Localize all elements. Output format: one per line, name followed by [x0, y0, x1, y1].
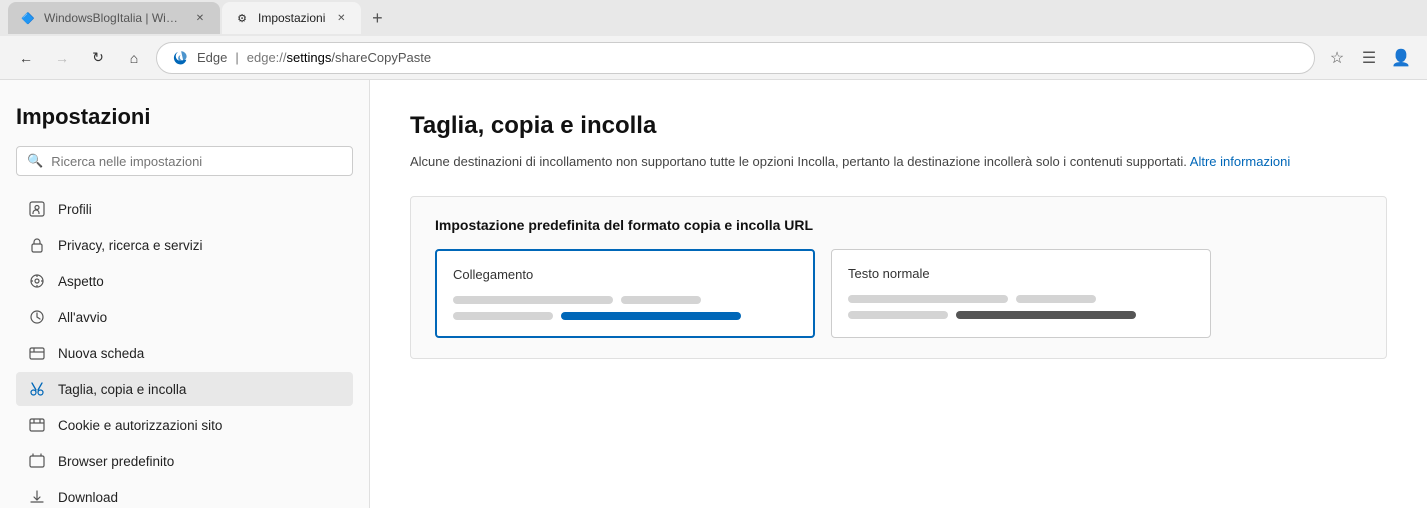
sidebar-item-label-profili: Profili — [58, 202, 92, 217]
mock-line-3 — [453, 312, 553, 320]
refresh-icon: ↻ — [92, 49, 104, 66]
tab-settings[interactable]: ⚙ Impostazioni ✕ — [222, 2, 361, 34]
toolbar-icons: ☆ ☰ 👤 — [1323, 44, 1415, 72]
tab-windowsblog-label: WindowsBlogItalia | Windows, S... — [44, 11, 184, 25]
mock-line-row-2 — [453, 312, 797, 320]
tab-bar: 🔷 WindowsBlogItalia | Windows, S... ✕ ⚙ … — [0, 0, 1427, 36]
mock-line-5 — [848, 295, 1008, 303]
sidebar-item-taglia-copia-incolla[interactable]: Taglia, copia e incolla — [16, 372, 353, 406]
sidebar-item-profili[interactable]: Profili — [16, 192, 353, 226]
aspetto-icon — [28, 272, 46, 290]
favorites-icon: ☰ — [1362, 48, 1376, 68]
page-title: Taglia, copia e incolla — [410, 112, 1387, 140]
sidebar-item-aspetto[interactable]: Aspetto — [16, 264, 353, 298]
sidebar-item-label-browser-predefinito: Browser predefinito — [58, 454, 174, 469]
mock-lines-testo-normale — [848, 295, 1194, 319]
tab-windowsblog-favicon: 🔷 — [20, 10, 36, 26]
format-card-testo-normale-label: Testo normale — [848, 266, 1194, 281]
refresh-button[interactable]: ↻ — [84, 44, 112, 72]
mock-line-8-dark — [956, 311, 1136, 319]
format-cards: Collegamento Testo normale — [435, 249, 1362, 338]
url-separator: | — [235, 50, 238, 65]
bookmark-icon: ☆ — [1330, 48, 1344, 68]
profili-icon — [28, 200, 46, 218]
address-bar: ← → ↻ ⌂ Edge | edge://settings/shareCopy… — [0, 36, 1427, 80]
mock-line-2 — [621, 296, 701, 304]
search-icon: 🔍 — [27, 153, 43, 169]
mock-line-row-3 — [848, 295, 1194, 303]
sidebar-item-cookie[interactable]: Cookie e autorizzazioni sito — [16, 408, 353, 442]
sidebar-title: Impostazioni — [16, 104, 353, 130]
sidebar-item-browser-predefinito[interactable]: Browser predefinito — [16, 444, 353, 478]
format-card-collegamento[interactable]: Collegamento — [435, 249, 815, 338]
mock-line-row-1 — [453, 296, 797, 304]
privacy-icon — [28, 236, 46, 254]
mock-line-7 — [848, 311, 948, 319]
description-text: Alcune destinazioni di incollamento non … — [410, 154, 1187, 169]
more-info-link[interactable]: Altre informazioni — [1190, 154, 1290, 169]
tab-settings-close[interactable]: ✕ — [333, 10, 349, 26]
format-section: Impostazione predefinita del formato cop… — [410, 196, 1387, 359]
download-icon — [28, 488, 46, 506]
url-prefix: edge:// — [247, 50, 287, 65]
edge-logo-icon — [171, 49, 189, 67]
sidebar-item-label-taglia: Taglia, copia e incolla — [58, 382, 186, 397]
home-icon: ⌂ — [130, 50, 138, 66]
mock-line-row-4 — [848, 311, 1194, 319]
sidebar-item-nuova-scheda[interactable]: Nuova scheda — [16, 336, 353, 370]
sidebar-item-privacy[interactable]: Privacy, ricerca e servizi — [16, 228, 353, 262]
mock-line-1 — [453, 296, 613, 304]
sidebar: Impostazioni 🔍 Profili Privacy, ricerca … — [0, 80, 370, 508]
tab-windowsblog-close[interactable]: ✕ — [192, 10, 208, 26]
sidebar-item-label-aspetto: Aspetto — [58, 274, 104, 289]
url-path-suffix: /shareCopyPaste — [331, 50, 431, 65]
favorites-button[interactable]: ☰ — [1355, 44, 1383, 72]
nav-items: Profili Privacy, ricerca e servizi Aspet… — [16, 192, 353, 508]
sidebar-item-allavvio[interactable]: All'avvio — [16, 300, 353, 334]
mock-line-6 — [1016, 295, 1096, 303]
sidebar-item-label-privacy: Privacy, ricerca e servizi — [58, 238, 203, 253]
browser-chrome: 🔷 WindowsBlogItalia | Windows, S... ✕ ⚙ … — [0, 0, 1427, 80]
format-section-title: Impostazione predefinita del formato cop… — [435, 217, 1362, 233]
browser-body: Impostazioni 🔍 Profili Privacy, ricerca … — [0, 80, 1427, 508]
tab-settings-label: Impostazioni — [258, 11, 325, 25]
new-tab-button[interactable]: + — [363, 4, 391, 32]
cookie-icon — [28, 416, 46, 434]
sidebar-item-label-cookie: Cookie e autorizzazioni sito — [58, 418, 222, 433]
forward-icon: → — [55, 50, 69, 66]
search-input[interactable] — [51, 154, 342, 169]
url-path: settings — [287, 50, 332, 65]
url-display: edge://settings/shareCopyPaste — [247, 50, 431, 65]
taglia-icon — [28, 380, 46, 398]
mock-line-4-blue — [561, 312, 741, 320]
profile-button[interactable]: 👤 — [1387, 44, 1415, 72]
allavvio-icon — [28, 308, 46, 326]
sidebar-item-label-download: Download — [58, 490, 118, 505]
forward-button[interactable]: → — [48, 44, 76, 72]
settings-content: Taglia, copia e incolla Alcune destinazi… — [370, 80, 1427, 508]
home-button[interactable]: ⌂ — [120, 44, 148, 72]
format-card-collegamento-label: Collegamento — [453, 267, 797, 282]
search-box[interactable]: 🔍 — [16, 146, 353, 176]
profile-icon: 👤 — [1391, 48, 1411, 68]
url-bar[interactable]: Edge | edge://settings/shareCopyPaste — [156, 42, 1315, 74]
nuova-scheda-icon — [28, 344, 46, 362]
sidebar-item-download[interactable]: Download — [16, 480, 353, 508]
mock-lines-collegamento — [453, 296, 797, 320]
tab-settings-favicon: ⚙ — [234, 10, 250, 26]
back-button[interactable]: ← — [12, 44, 40, 72]
browser-name-label: Edge — [197, 50, 227, 65]
browser-predefinito-icon — [28, 452, 46, 470]
back-icon: ← — [19, 50, 33, 66]
settings-description: Alcune destinazioni di incollamento non … — [410, 152, 1387, 172]
tab-windowsblog[interactable]: 🔷 WindowsBlogItalia | Windows, S... ✕ — [8, 2, 220, 34]
sidebar-item-label-allavvio: All'avvio — [58, 310, 107, 325]
sidebar-item-label-nuova-scheda: Nuova scheda — [58, 346, 144, 361]
bookmark-button[interactable]: ☆ — [1323, 44, 1351, 72]
format-card-testo-normale[interactable]: Testo normale — [831, 249, 1211, 338]
